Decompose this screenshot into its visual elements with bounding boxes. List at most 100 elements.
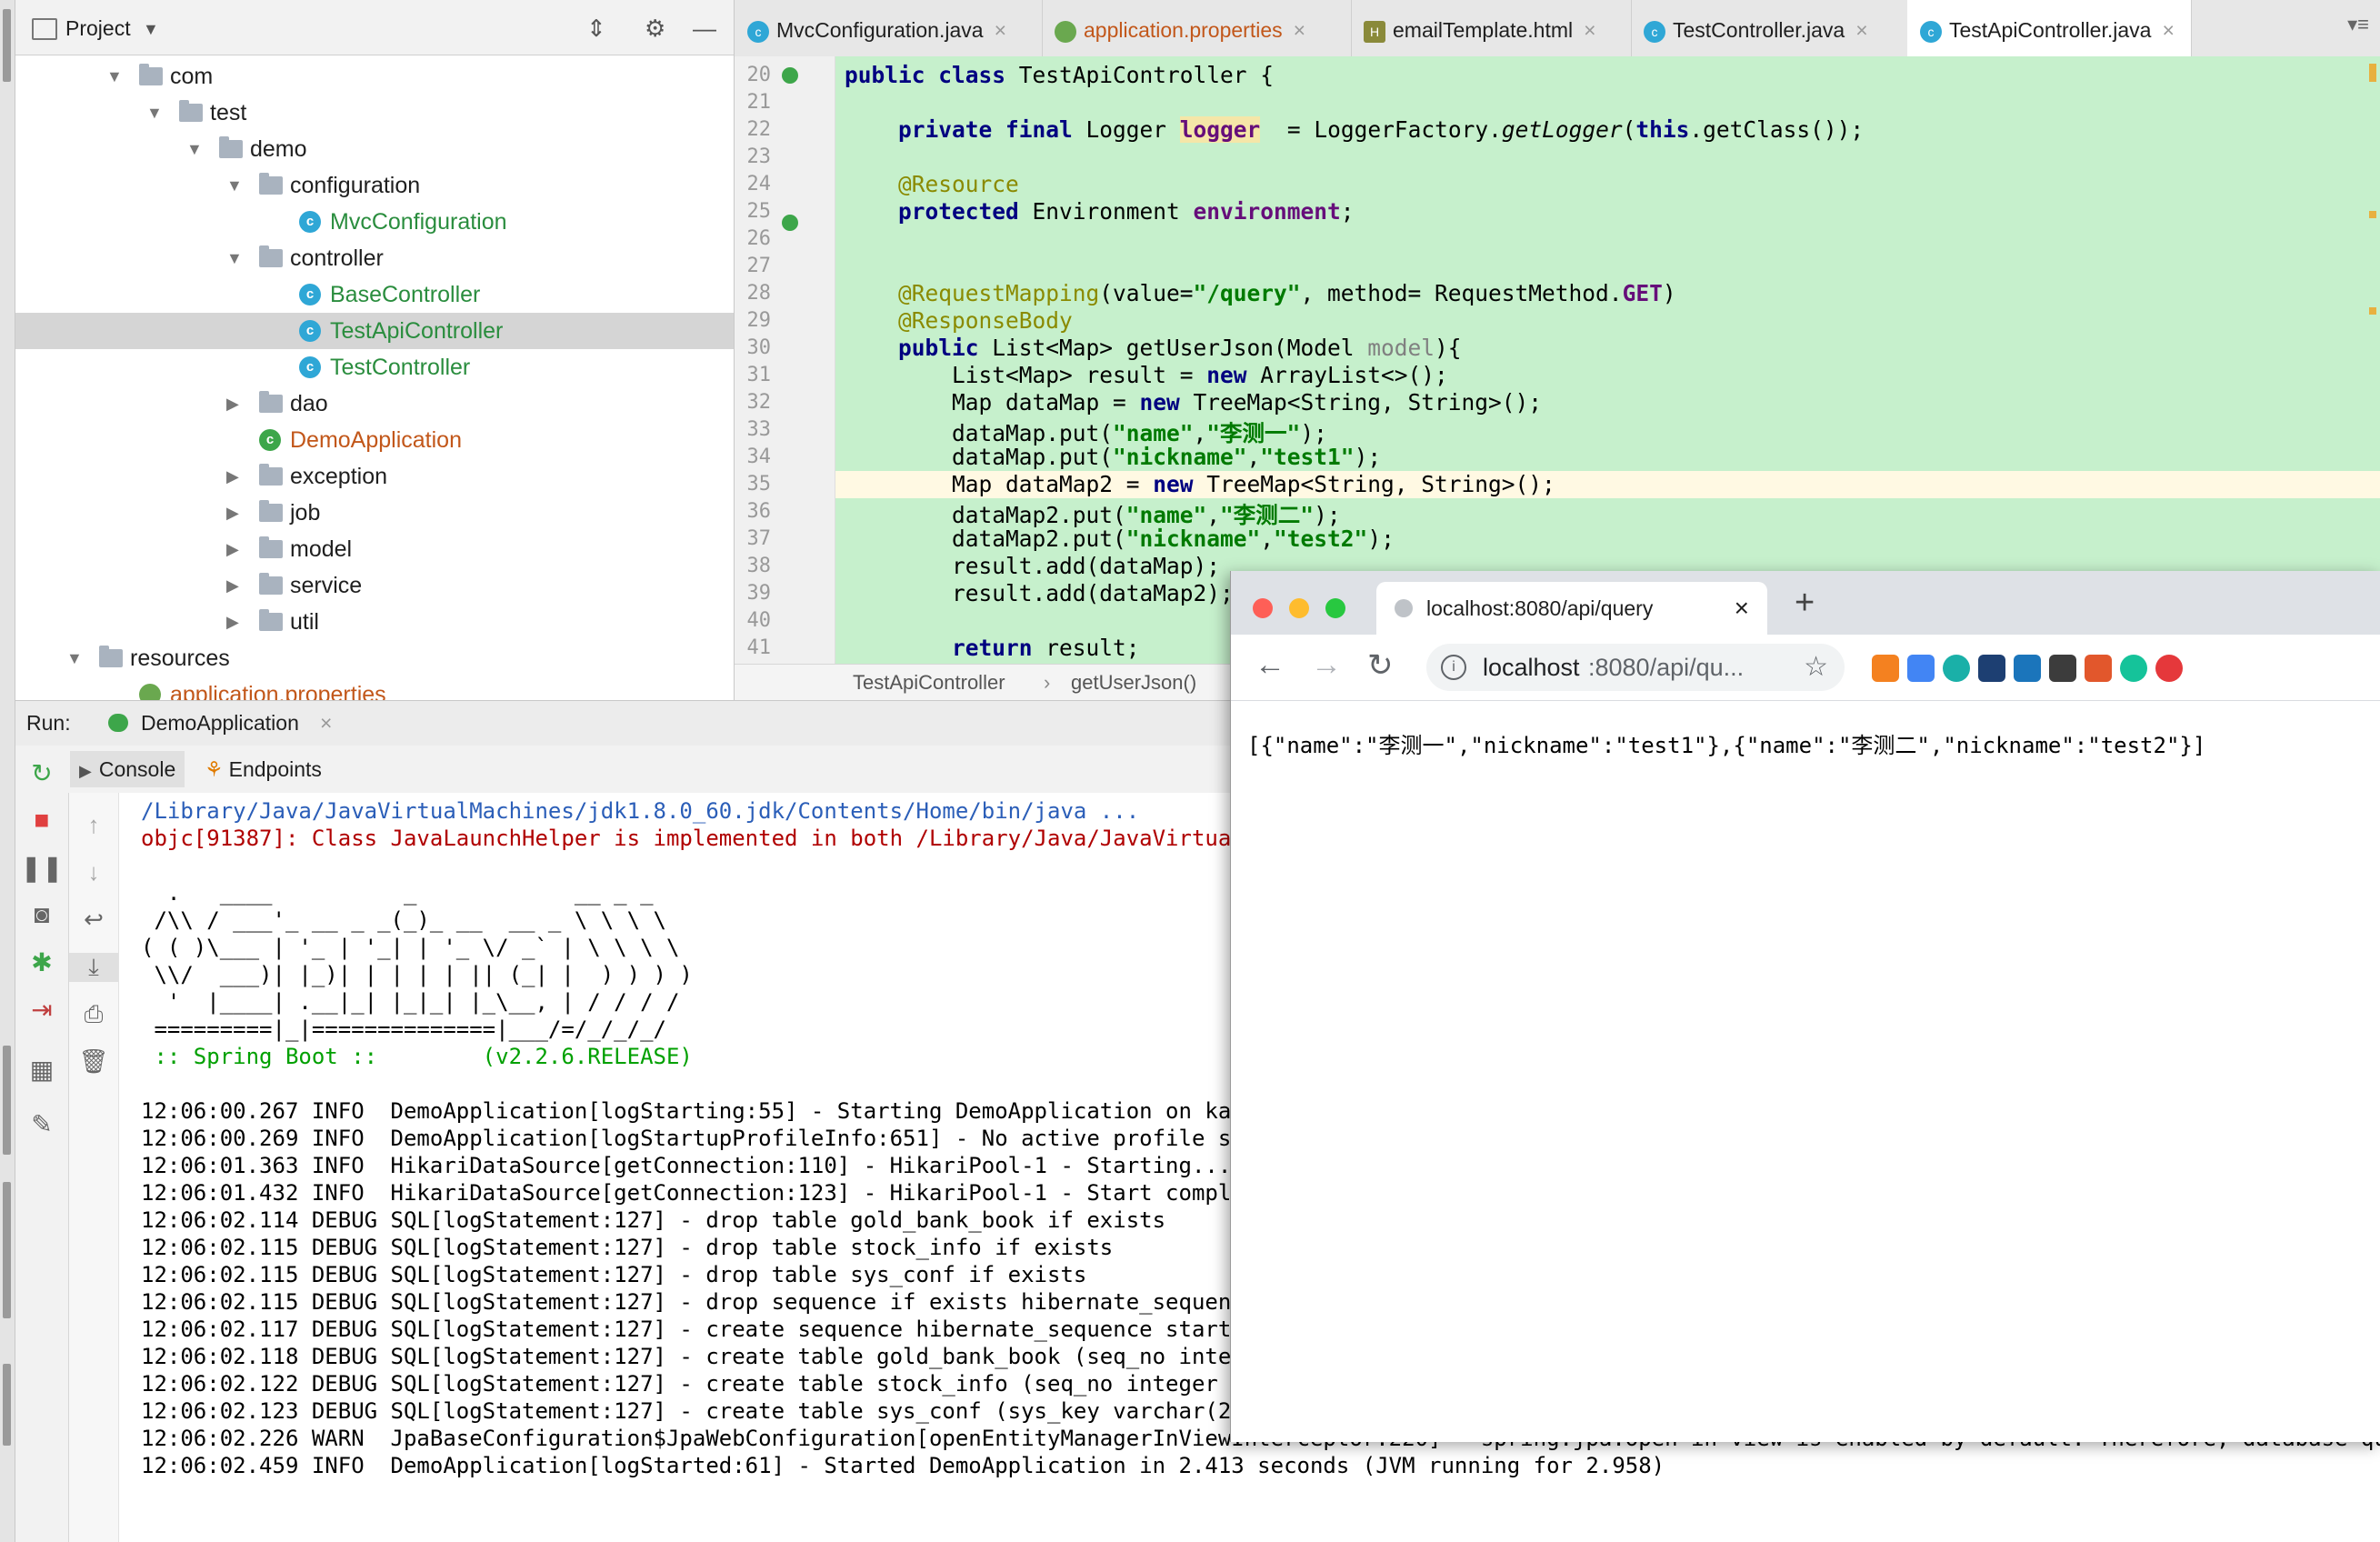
close-icon[interactable]: × — [1294, 18, 1305, 42]
extension-icon[interactable] — [2155, 655, 2183, 682]
address-bar[interactable]: i localhost :8080/api/qu... ☆ — [1426, 644, 1845, 691]
expanded-triangle-icon[interactable]: ▼ — [66, 640, 83, 676]
new-tab-icon[interactable]: + — [1795, 584, 1815, 623]
minimize-window-button[interactable] — [1289, 598, 1309, 618]
run-toolbar: ↻ ■ ❚❚ ◙ ✱ ⇥ ▦ ✎ — [15, 746, 69, 1542]
tree-item[interactable]: ▶ exception — [15, 458, 734, 495]
tree-item[interactable]: ▶ util — [15, 604, 734, 640]
tree-item[interactable]: ▶ dao — [15, 386, 734, 422]
gear-icon[interactable]: ⚙ — [645, 15, 665, 43]
tree-item[interactable]: ▼ configuration — [15, 167, 734, 204]
tree-item[interactable]: ▶ job — [15, 495, 734, 531]
extension-icon[interactable] — [1872, 655, 1899, 682]
tab-testapicontroller-java[interactable]: c TestApiController.java × — [1907, 0, 2192, 59]
browser-tab[interactable]: localhost:8080/api/query × — [1376, 582, 1767, 635]
star-icon[interactable]: ☆ — [1804, 644, 1828, 691]
close-icon[interactable]: × — [2162, 18, 2174, 42]
trash-icon[interactable]: 🗑 — [69, 1047, 118, 1076]
project-tool-tab[interactable] — [3, 9, 11, 82]
tree-item[interactable]: application.properties — [15, 676, 734, 700]
collapse-all-icon[interactable]: ⇕ — [586, 15, 606, 43]
soft-wrap-icon[interactable]: ↩ — [69, 906, 118, 934]
arrow-down-icon[interactable]: ↓ — [69, 858, 118, 886]
structure-tool-tab[interactable] — [3, 1046, 11, 1155]
pause-icon[interactable]: ❚❚ — [15, 853, 68, 883]
close-window-button[interactable] — [1253, 598, 1273, 618]
debug-icon[interactable]: ✱ — [15, 947, 68, 977]
tree-item-label: configuration — [290, 173, 421, 198]
tree-item[interactable]: ▼ test — [15, 95, 734, 131]
tab-emailtemplate-html[interactable]: HemailTemplate.html × — [1351, 0, 1632, 56]
chevron-down-icon[interactable]: ▼ — [143, 20, 159, 39]
arrow-up-icon[interactable]: ↑ — [69, 811, 118, 839]
tree-item[interactable]: c TestController — [15, 349, 734, 386]
forward-icon[interactable]: → — [1311, 647, 1342, 683]
expanded-triangle-icon[interactable]: ▼ — [226, 167, 243, 204]
close-icon[interactable]: × — [1855, 18, 1867, 42]
scroll-to-end-icon[interactable]: ⤓ — [69, 953, 118, 982]
reload-icon[interactable]: ↻ — [1367, 647, 1394, 684]
console-line: =========|_|==============|___/=/_/_/_/ — [141, 1016, 666, 1042]
exit-icon[interactable]: ⇥ — [15, 995, 68, 1025]
tab-endpoints[interactable]: ⚘ Endpoints — [195, 751, 331, 787]
back-icon[interactable]: ← — [1255, 647, 1285, 683]
close-icon[interactable]: × — [1584, 18, 1595, 42]
code-token: private final — [898, 116, 1086, 143]
tree-item[interactable]: c DemoApplication — [15, 422, 734, 458]
web-tool-tab[interactable] — [3, 1364, 11, 1446]
extension-icon[interactable] — [2120, 655, 2147, 682]
tree-item[interactable]: ▼ controller — [15, 240, 734, 276]
tab-list-dropdown-icon[interactable]: ▾≡ — [2347, 13, 2369, 36]
extension-icon[interactable] — [1978, 655, 2005, 682]
zoom-window-button[interactable] — [1325, 598, 1345, 618]
tab-testcontroller-java[interactable]: c TestController.java × — [1631, 0, 1908, 56]
tree-item[interactable]: ▼ com — [15, 58, 734, 95]
tree-item[interactable]: ▼ resources — [15, 640, 734, 676]
camera-icon[interactable]: ◙ — [15, 900, 68, 929]
tree-item[interactable]: ▼ demo — [15, 131, 734, 167]
info-icon[interactable]: i — [1441, 655, 1466, 680]
extension-icon[interactable] — [2085, 655, 2112, 682]
tree-item[interactable]: ▶ model — [15, 531, 734, 567]
favorites-tool-tab[interactable] — [3, 1182, 11, 1318]
breadcrumb-class[interactable]: TestApiController — [853, 671, 1005, 695]
stop-icon[interactable]: ■ — [15, 806, 68, 835]
tab-application-properties[interactable]: application.properties × — [1042, 0, 1352, 56]
close-icon[interactable]: × — [320, 711, 332, 736]
tab-mvcconfiguration-java[interactable]: c MvcConfiguration.java × — [735, 0, 1043, 56]
extension-icon[interactable] — [2014, 655, 2041, 682]
pin-icon[interactable]: ✎ — [15, 1109, 68, 1139]
tree-item[interactable]: c TestApiController — [15, 313, 734, 349]
extension-icon[interactable] — [1907, 655, 1935, 682]
layout-icon[interactable]: ▦ — [15, 1055, 68, 1085]
collapsed-triangle-icon[interactable]: ▶ — [226, 531, 239, 567]
tree-item[interactable]: ▶ service — [15, 567, 734, 604]
run-config-tab[interactable]: DemoApplication — [141, 711, 299, 736]
collapsed-triangle-icon[interactable]: ▶ — [226, 458, 239, 495]
tree-item-label: demo — [250, 136, 307, 162]
tree-item[interactable]: c MvcConfiguration — [15, 204, 734, 240]
breadcrumb-method[interactable]: getUserJson() — [1071, 671, 1196, 695]
minimize-icon[interactable]: — — [693, 15, 716, 43]
collapsed-triangle-icon[interactable]: ▶ — [226, 386, 239, 422]
close-icon[interactable]: × — [995, 18, 1006, 42]
tab-console[interactable]: ▶ Console — [70, 751, 185, 787]
collapsed-triangle-icon[interactable]: ▶ — [226, 604, 239, 640]
close-icon[interactable]: × — [1735, 582, 1749, 635]
collapsed-triangle-icon[interactable]: ▶ — [226, 567, 239, 604]
tree-item-label: com — [170, 64, 214, 89]
extension-icon[interactable] — [1943, 655, 1970, 682]
tree-item[interactable]: c BaseController — [15, 276, 734, 313]
project-panel-title[interactable]: Project — [65, 16, 131, 41]
extension-icon[interactable] — [2049, 655, 2076, 682]
rerun-icon[interactable]: ↻ — [15, 758, 68, 788]
expanded-triangle-icon[interactable]: ▼ — [186, 131, 203, 167]
bean-gutter-icon[interactable] — [782, 67, 798, 84]
print-icon[interactable]: ⎙ — [69, 1000, 118, 1029]
collapsed-triangle-icon[interactable]: ▶ — [226, 495, 239, 531]
expanded-triangle-icon[interactable]: ▼ — [146, 95, 163, 131]
expanded-triangle-icon[interactable]: ▼ — [226, 240, 243, 276]
console-icon: ▶ — [79, 762, 92, 780]
expanded-triangle-icon[interactable]: ▼ — [106, 58, 123, 95]
inject-gutter-icon[interactable] — [782, 215, 798, 231]
